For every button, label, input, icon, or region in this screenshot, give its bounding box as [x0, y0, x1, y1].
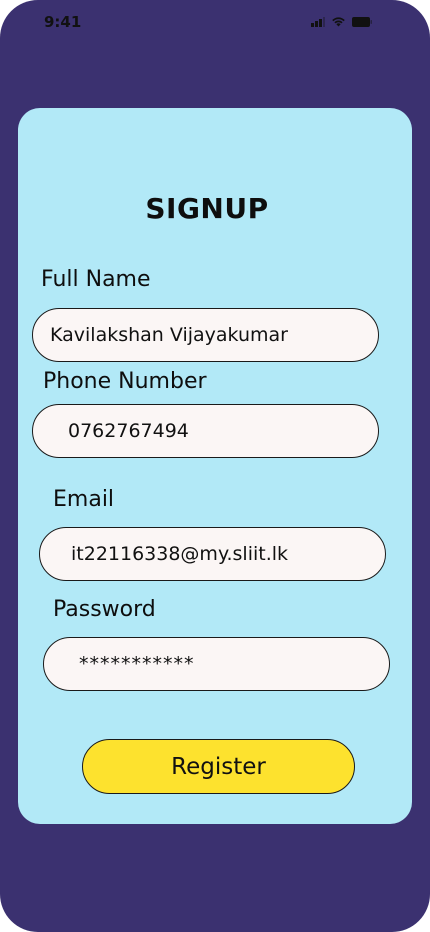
battery-icon [352, 16, 372, 27]
full-name-label: Full Name [41, 267, 151, 292]
full-name-field[interactable]: Kavilakshan Vijayakumar [32, 308, 379, 362]
full-name-value: Kavilakshan Vijayakumar [50, 324, 288, 346]
register-button-label: Register [171, 753, 266, 780]
phone-number-value: 0762767494 [68, 420, 189, 442]
email-label: Email [53, 487, 115, 512]
password-label: Password [53, 597, 156, 622]
email-field[interactable]: it22116338@my.sliit.lk [39, 527, 386, 581]
password-value: *********** [79, 653, 195, 675]
wifi-icon [332, 17, 345, 27]
register-button[interactable]: Register [82, 739, 355, 794]
password-field[interactable]: *********** [43, 637, 390, 691]
phone-number-field[interactable]: 0762767494 [32, 404, 379, 458]
phone-screen: 9:41 SIGNUP Full Name Kavilakshan Vijaya… [0, 0, 430, 932]
status-icons [311, 16, 372, 27]
cellular-signal-icon [311, 16, 325, 27]
email-value: it22116338@my.sliit.lk [71, 543, 289, 565]
status-time: 9:41 [44, 13, 82, 31]
phone-number-label: Phone Number [43, 369, 207, 394]
page-title: SIGNUP [145, 192, 269, 225]
status-bar: 9:41 [0, 0, 430, 44]
